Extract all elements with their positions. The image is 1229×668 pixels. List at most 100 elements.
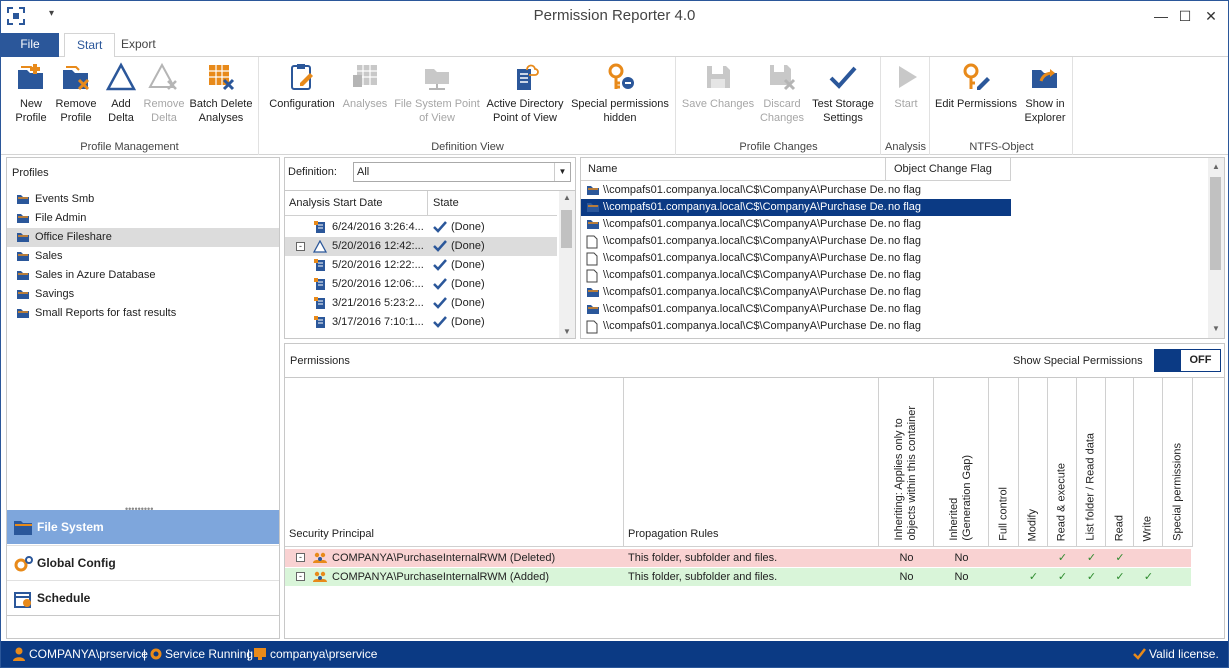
scroll-thumb[interactable] — [561, 210, 572, 248]
col-state[interactable]: State — [428, 191, 557, 216]
profile-item[interactable]: Sales — [7, 247, 279, 266]
tab-start[interactable]: Start — [64, 33, 116, 58]
analysis-row[interactable]: - 5/20/2016 12:42:... (Done) — [285, 237, 557, 256]
profile-item[interactable]: Events Smb — [7, 190, 279, 209]
profile-label: Sales — [35, 250, 63, 262]
analysis-state: (Done) — [451, 259, 485, 271]
done-check-icon — [433, 221, 447, 233]
analysis-row[interactable]: 5/20/2016 12:06:... (Done) — [285, 275, 557, 294]
object-row[interactable]: \\compafs01.companya.local\C$\CompanyA\P… — [581, 233, 1011, 250]
object-row[interactable]: \\compafs01.companya.local\C$\CompanyA\P… — [581, 216, 1011, 233]
scroll-down-icon[interactable]: ▼ — [1212, 324, 1220, 333]
title-bar: ▾ Permission Reporter 4.0 — ☐ ✕ — [1, 1, 1228, 33]
object-row[interactable]: \\compafs01.companya.local\C$\CompanyA\P… — [581, 318, 1011, 335]
object-name: \\compafs01.companya.local\C$\CompanyA\P… — [603, 286, 887, 298]
expand-toggle-icon[interactable]: - — [296, 572, 305, 581]
object-row[interactable]: \\compafs01.companya.local\C$\CompanyA\P… — [581, 301, 1011, 318]
object-flag: no flag — [888, 252, 922, 264]
close-icon[interactable]: ✕ — [1199, 5, 1223, 27]
expand-toggle-icon[interactable]: - — [296, 553, 305, 562]
add-delta-button[interactable]: Add Delta — [101, 61, 141, 125]
col-special-permissions[interactable]: Special permissions — [1163, 378, 1193, 547]
status-user: COMPANYA\prservice — [29, 647, 148, 661]
col-read-execute[interactable]: Read & execute — [1048, 378, 1077, 547]
user-icon — [13, 647, 25, 661]
col-analysis-start-date[interactable]: Analysis Start Date — [285, 191, 428, 216]
analysis-state: (Done) — [451, 278, 485, 290]
col-full-control[interactable]: Full control — [989, 378, 1019, 547]
profile-item[interactable]: Savings — [7, 285, 279, 304]
folder-network-icon — [425, 69, 449, 90]
propagation-rule: This folder, subfolder and files. — [628, 571, 778, 583]
remove-profile-button[interactable]: Remove Profile — [53, 61, 99, 125]
analysis-row[interactable]: 5/20/2016 12:22:... (Done) — [285, 256, 557, 275]
perm-full-control — [989, 568, 1019, 586]
permission-row[interactable]: - COMPANYA\PurchaseInternalRWM (Added) Thi… — [285, 568, 1191, 586]
test-storage-settings-button[interactable]: Test Storage Settings — [809, 61, 877, 125]
col-object-change-flag[interactable]: Object Change Flag — [886, 158, 1011, 181]
objects-scrollbar[interactable]: ▲ ▼ — [1208, 158, 1224, 338]
analyses-scrollbar[interactable]: ▲ ▼ — [559, 191, 575, 338]
done-check-icon — [433, 316, 447, 328]
col-security-principal[interactable]: Security Principal — [285, 378, 624, 547]
col-inherited[interactable]: Inherited (Generation Gap) — [934, 378, 989, 547]
new-profile-button[interactable]: New Profile — [9, 61, 53, 125]
profile-item[interactable]: File Admin — [7, 209, 279, 228]
analysis-row[interactable]: 3/21/2016 5:23:2... (Done) — [285, 294, 557, 313]
profile-item[interactable]: Sales in Azure Database — [7, 266, 279, 285]
object-row[interactable]: \\compafs01.companya.local\C$\CompanyA\P… — [581, 250, 1011, 267]
group-analysis: Start Analysis — [882, 57, 930, 155]
maximize-icon[interactable]: ☐ — [1173, 5, 1197, 27]
tab-export[interactable]: Export — [109, 33, 168, 57]
minimize-icon[interactable]: — — [1149, 5, 1173, 27]
start-analysis-button[interactable]: Start — [886, 61, 926, 111]
col-read[interactable]: Read — [1106, 378, 1134, 547]
discard-changes-button[interactable]: Discard Changes — [757, 61, 807, 125]
file-system-pov-button[interactable]: File System Point of View — [392, 61, 482, 125]
analysis-row[interactable]: 3/17/2016 7:10:1... (Done) — [285, 313, 557, 332]
object-row[interactable]: \\compafs01.companya.local\C$\CompanyA\P… — [581, 267, 1011, 284]
nav-schedule[interactable]: Schedule — [7, 580, 279, 614]
col-propagation-rules[interactable]: Propagation Rules — [624, 378, 879, 547]
nav-global-config[interactable]: Global Config — [7, 545, 279, 579]
analysis-state: (Done) — [451, 316, 485, 328]
analyses-button[interactable]: Analyses — [340, 61, 390, 111]
scroll-thumb[interactable] — [1210, 177, 1221, 270]
active-directory-pov-button[interactable]: Active Directory Point of View — [484, 61, 566, 125]
permission-row[interactable]: - COMPANYA\PurchaseInternalRWM (Deleted) T… — [285, 549, 1191, 567]
definition-select[interactable]: All ▼ — [353, 162, 571, 182]
col-name[interactable]: Name — [581, 158, 886, 181]
analysis-row[interactable]: 6/24/2016 3:26:4... (Done) — [285, 218, 557, 237]
group-label: Definition View — [431, 141, 504, 153]
tab-file[interactable]: File — [1, 33, 59, 57]
remove-delta-button[interactable]: Remove Delta — [141, 61, 187, 125]
object-row[interactable]: \\compafs01.companya.local\C$\CompanyA\P… — [581, 284, 1011, 301]
status-account: companya\prservice — [270, 647, 378, 661]
object-row[interactable]: \\compafs01.companya.local\C$\CompanyA\P… — [581, 182, 1011, 199]
checkmark-icon — [1133, 648, 1146, 660]
perm-full-control — [989, 549, 1019, 567]
edit-permissions-button[interactable]: Edit Permissions — [933, 61, 1019, 111]
profile-item[interactable]: Office Fileshare — [7, 228, 279, 247]
profile-item[interactable]: Small Reports for fast results — [7, 304, 279, 323]
expand-toggle-icon[interactable]: - — [296, 242, 305, 251]
object-row[interactable]: \\compafs01.companya.local\C$\CompanyA\P… — [581, 199, 1011, 216]
configuration-button[interactable]: Configuration — [266, 61, 338, 111]
toggle-knob — [1155, 350, 1181, 371]
perm-read-execute: ✓ — [1057, 571, 1068, 583]
col-modify[interactable]: Modify — [1019, 378, 1048, 547]
nav-file-system[interactable]: File System — [7, 510, 279, 544]
scroll-down-icon[interactable]: ▼ — [563, 327, 571, 336]
col-inheriting[interactable]: Inheriting: Applies only to objects withi… — [879, 378, 934, 547]
show-in-explorer-button[interactable]: Show in Explorer — [1021, 61, 1069, 125]
show-special-permissions-toggle[interactable]: OFF — [1154, 349, 1221, 372]
chevron-down-icon[interactable]: ▼ — [554, 163, 570, 181]
group-label: Profile Management — [80, 141, 179, 153]
scroll-up-icon[interactable]: ▲ — [563, 193, 571, 202]
col-write[interactable]: Write — [1134, 378, 1163, 547]
batch-delete-analyses-button[interactable]: Batch Delete Analyses — [187, 61, 255, 125]
col-list-folder[interactable]: List folder / Read data — [1077, 378, 1106, 547]
scroll-up-icon[interactable]: ▲ — [1212, 162, 1220, 171]
save-changes-button[interactable]: Save Changes — [681, 61, 755, 111]
special-permissions-hidden-button[interactable]: Special permissions hidden — [568, 61, 672, 125]
